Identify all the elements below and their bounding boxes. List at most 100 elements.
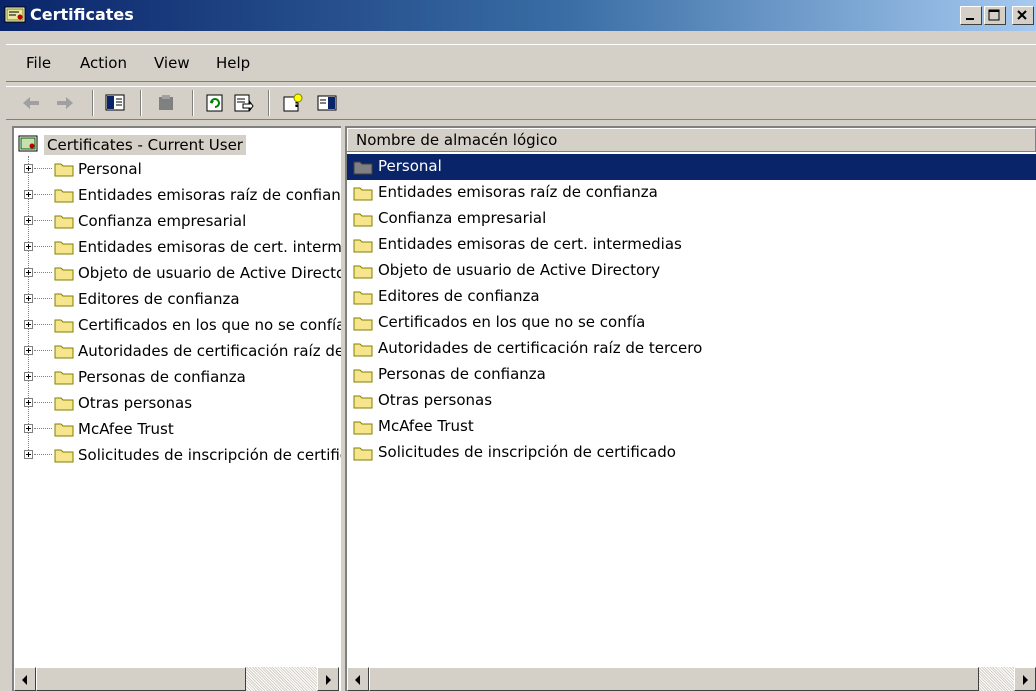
tree-item[interactable]: Personas de confianza [14,367,339,389]
menu-file[interactable]: File [26,54,51,72]
minimize-icon [966,18,974,20]
list-item-label: Solicitudes de inscripción de certificad… [378,443,676,461]
expand-plus-icon[interactable] [24,450,33,459]
tree-item-label: Personal [78,160,142,178]
menu-help[interactable]: Help [216,54,250,72]
tree-item[interactable]: Entidades emisoras de cert. intermedias [14,237,341,259]
delete-button[interactable] [156,92,178,114]
tree-item-label: Objeto de usuario de Active Directory [78,264,341,282]
tree-item[interactable]: Personal [14,159,339,181]
restore-button[interactable] [984,6,1006,25]
tree-connector-line [34,324,52,325]
folder-icon [353,341,373,357]
list-item[interactable]: Autoridades de certificación raíz de ter… [347,336,1036,362]
expand-plus-icon[interactable] [24,320,33,329]
folder-icon [54,343,74,359]
list-item[interactable]: Certificados en los que no se confía [347,310,1036,336]
tree-item-label: Editores de confianza [78,290,240,308]
minimize-button[interactable] [960,6,982,25]
expand-plus-icon[interactable] [24,372,33,381]
menu-view[interactable]: View [154,54,190,72]
scrollbar-thumb[interactable] [369,667,979,691]
forward-button[interactable] [54,92,76,114]
list-item-label: McAfee Trust [378,417,474,435]
list-item[interactable]: Personal [347,154,1036,180]
expand-plus-icon[interactable] [24,268,33,277]
expand-plus-icon[interactable] [24,346,33,355]
tree-item[interactable]: Objeto de usuario de Active Directory [14,263,341,285]
list-item-label: Objeto de usuario de Active Directory [378,261,661,279]
folder-icon [54,161,74,177]
folder-icon [353,367,373,383]
toolbar-separator [140,90,142,116]
tree-pane[interactable]: Certificates - Current User Personal Enti… [12,126,341,691]
tree-item[interactable]: Otras personas [14,393,339,415]
folder-icon [353,393,373,409]
tree-item[interactable]: Editores de confianza [14,289,339,311]
tree-item[interactable]: Entidades emisoras raíz de confianza [14,185,341,207]
scroll-right-button[interactable] [317,667,339,691]
certificate-app-icon [4,5,26,25]
list-item[interactable]: Solicitudes de inscripción de certificad… [347,440,1036,466]
expand-plus-icon[interactable] [24,164,33,173]
expand-plus-icon[interactable] [24,294,33,303]
list-item[interactable]: Editores de confianza [347,284,1036,310]
folder-icon [54,369,74,385]
tree-item-label: Certificados en los que no se confía [78,316,341,334]
tree-connector-line [34,350,52,351]
help-button[interactable]: ? [282,92,304,114]
list-item[interactable]: McAfee Trust [347,414,1036,440]
list-item-label: Personas de confianza [378,365,546,383]
list-horizontal-scrollbar[interactable] [347,667,1036,691]
export-list-button[interactable] [232,92,254,114]
show-hide-tree-button[interactable] [104,92,126,114]
list-item[interactable]: Personas de confianza [347,362,1036,388]
list-item[interactable]: Entidades emisoras de cert. intermedias [347,232,1036,258]
back-button[interactable] [20,92,42,114]
tree-item-label: Otras personas [78,394,193,412]
scrollbar-thumb[interactable] [36,667,246,691]
folder-icon [54,291,74,307]
tree-item[interactable]: Confianza empresarial [14,211,339,233]
scroll-left-button[interactable] [347,667,369,691]
expand-plus-icon[interactable] [24,216,33,225]
expand-plus-icon[interactable] [24,398,33,407]
folder-icon [353,419,373,435]
tree-item[interactable]: Autoridades de certificación raíz de ter… [14,341,341,363]
help-icon: ? [283,93,303,112]
close-button[interactable] [1012,6,1034,25]
show-hide-action-pane-icon [317,95,337,111]
folder-icon [353,211,373,227]
folder-icon [353,445,373,461]
scroll-left-button[interactable] [14,667,36,691]
expand-plus-icon[interactable] [24,424,33,433]
list-pane[interactable]: Nombre de almacén lógico Personal Entidad… [345,126,1036,691]
list-item[interactable]: Otras personas [347,388,1036,414]
tree-connector-line [34,376,52,377]
scroll-right-button[interactable] [1014,667,1036,691]
toolbar: ? [6,86,1036,120]
list-item-label: Editores de confianza [378,287,540,305]
title-bar[interactable]: Certificates [0,0,1036,31]
list-item[interactable]: Entidades emisoras raíz de confianza [347,180,1036,206]
expand-plus-icon[interactable] [24,242,33,251]
forward-arrow-icon [57,97,73,109]
show-hide-action-pane-button[interactable] [316,92,338,114]
tree-item[interactable]: Certificados en los que no se confía [14,315,341,337]
folder-icon [54,239,74,255]
list-item-label: Otras personas [378,391,493,409]
tree-item[interactable]: McAfee Trust [14,419,339,441]
tree-connector-line [34,428,52,429]
folder-icon [54,213,74,229]
expand-plus-icon[interactable] [24,190,33,199]
refresh-button[interactable] [204,92,226,114]
menu-action[interactable]: Action [80,54,127,72]
list-item[interactable]: Objeto de usuario de Active Directory [347,258,1036,284]
toolbar-separator [92,90,94,116]
list-item[interactable]: Confianza empresarial [347,206,1036,232]
toolbar-separator [268,90,270,116]
tree-horizontal-scrollbar[interactable] [14,667,339,691]
tree-item-label: Entidades emisoras de cert. intermedias [78,238,341,256]
tree-item[interactable]: Solicitudes de inscripción de certificad… [14,445,341,467]
column-header-name[interactable]: Nombre de almacén lógico [347,128,1036,151]
